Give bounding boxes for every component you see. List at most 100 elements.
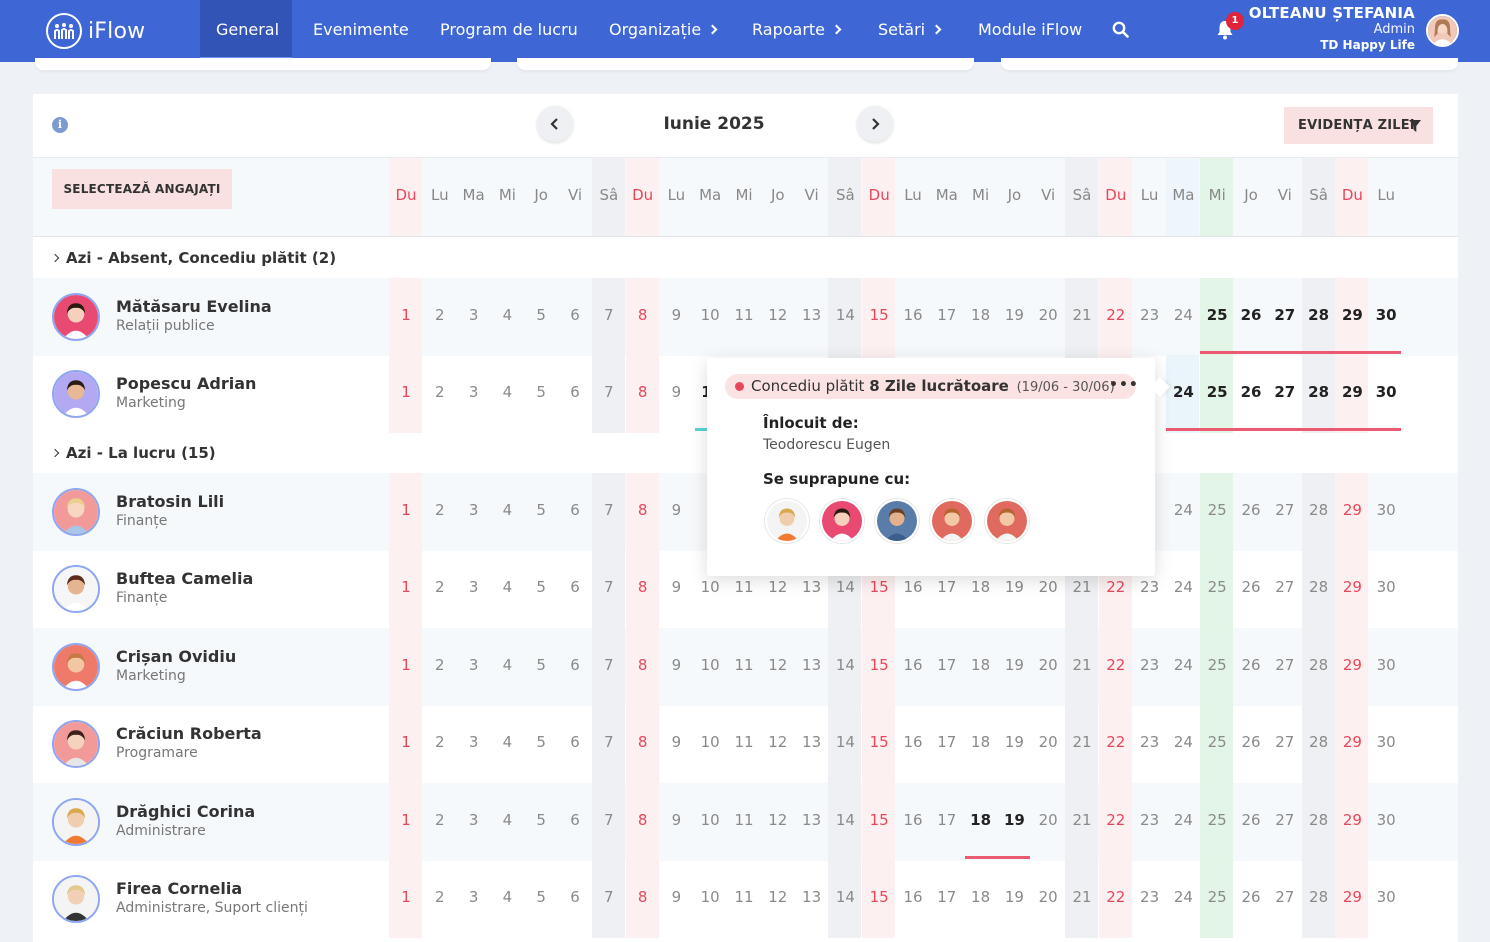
day-cell[interactable]: 29 (1335, 578, 1369, 596)
day-cell[interactable]: 22 (1099, 578, 1133, 596)
absence-bar[interactable] (1166, 428, 1401, 431)
day-cell[interactable]: 3 (457, 656, 491, 674)
day-cell[interactable]: 16 (896, 733, 930, 751)
employee-avatar[interactable] (52, 643, 100, 691)
evidenta-zilei-button[interactable]: EVIDENȚA ZILEI (1284, 107, 1433, 144)
day-cell[interactable]: 10 (693, 733, 727, 751)
employee-avatar[interactable] (52, 370, 100, 418)
day-cell[interactable]: 23 (1133, 306, 1167, 324)
user-avatar[interactable] (1426, 14, 1459, 47)
day-cell[interactable]: 11 (727, 578, 761, 596)
day-cell[interactable]: 22 (1099, 733, 1133, 751)
user-info[interactable]: OLTEANU ȘTEFANIA Admin TD Happy Life (1249, 4, 1415, 53)
day-cell[interactable]: 19 (997, 811, 1031, 829)
day-cell[interactable]: 18 (964, 733, 998, 751)
day-cell[interactable]: 27 (1268, 578, 1302, 596)
day-cell[interactable]: 14 (828, 811, 862, 829)
day-cell[interactable]: 23 (1133, 811, 1167, 829)
day-cell[interactable]: 27 (1268, 306, 1302, 324)
day-cell[interactable]: 13 (795, 656, 829, 674)
day-cell[interactable]: 11 (727, 733, 761, 751)
day-cell[interactable]: 4 (490, 578, 524, 596)
day-cell[interactable]: 9 (659, 656, 693, 674)
day-cell[interactable]: 23 (1133, 656, 1167, 674)
day-cell[interactable]: 8 (626, 306, 660, 324)
day-cell[interactable]: 12 (761, 306, 795, 324)
iflow-logo[interactable]: iFlow (46, 12, 145, 50)
employee-name[interactable]: Crișan Ovidiu (116, 647, 236, 666)
day-cell[interactable]: 27 (1268, 888, 1302, 906)
day-cell[interactable]: 1 (389, 501, 423, 519)
absence-bar[interactable] (965, 856, 1030, 859)
day-cell[interactable]: 20 (1031, 578, 1065, 596)
day-cell[interactable]: 19 (997, 656, 1031, 674)
employee-avatar[interactable] (52, 720, 100, 768)
day-cell[interactable]: 5 (524, 306, 558, 324)
day-cell[interactable]: 9 (659, 733, 693, 751)
day-cell[interactable]: 20 (1031, 811, 1065, 829)
day-cell[interactable]: 30 (1369, 888, 1403, 906)
day-cell[interactable]: 8 (626, 811, 660, 829)
employee-avatar[interactable] (52, 875, 100, 923)
day-cell[interactable]: 9 (659, 306, 693, 324)
day-cell[interactable]: 3 (457, 501, 491, 519)
day-cell[interactable]: 11 (727, 306, 761, 324)
day-cell[interactable]: 27 (1268, 383, 1302, 401)
day-cell[interactable]: 10 (693, 811, 727, 829)
day-cell[interactable]: 30 (1369, 733, 1403, 751)
more-options-button[interactable]: ••• (1109, 377, 1139, 393)
day-cell[interactable]: 27 (1268, 811, 1302, 829)
day-cell[interactable]: 21 (1065, 306, 1099, 324)
day-cell[interactable]: 4 (490, 306, 524, 324)
day-cell[interactable]: 4 (490, 656, 524, 674)
day-cell[interactable]: 26 (1234, 656, 1268, 674)
day-cell[interactable]: 7 (592, 383, 626, 401)
day-cell[interactable]: 10 (693, 578, 727, 596)
day-cell[interactable]: 25 (1200, 578, 1234, 596)
day-cell[interactable]: 24 (1166, 501, 1200, 519)
day-cell[interactable]: 16 (896, 578, 930, 596)
employee-name[interactable]: Drăghici Corina (116, 802, 255, 821)
day-cell[interactable]: 30 (1369, 656, 1403, 674)
day-cell[interactable]: 7 (592, 501, 626, 519)
employee-avatar[interactable] (52, 293, 100, 341)
nav-program-de-lucru[interactable]: Program de lucru (440, 0, 578, 62)
day-cell[interactable]: 22 (1099, 306, 1133, 324)
day-cell[interactable]: 2 (423, 811, 457, 829)
day-cell[interactable]: 21 (1065, 811, 1099, 829)
next-month-button[interactable] (857, 106, 893, 142)
day-cell[interactable]: 2 (423, 383, 457, 401)
day-cell[interactable]: 28 (1302, 811, 1336, 829)
day-cell[interactable]: 6 (558, 383, 592, 401)
day-cell[interactable]: 20 (1031, 888, 1065, 906)
day-cell[interactable]: 14 (828, 578, 862, 596)
day-cell[interactable]: 14 (828, 733, 862, 751)
group-absent[interactable]: Azi - Absent, Concediu plătit (2) (50, 249, 336, 267)
day-cell[interactable]: 20 (1031, 656, 1065, 674)
day-cell[interactable]: 8 (626, 578, 660, 596)
day-cell[interactable]: 15 (862, 578, 896, 596)
day-cell[interactable]: 12 (761, 811, 795, 829)
day-cell[interactable]: 4 (490, 383, 524, 401)
day-cell[interactable]: 15 (862, 306, 896, 324)
day-cell[interactable]: 5 (524, 888, 558, 906)
overlap-avatar[interactable] (875, 499, 919, 543)
day-cell[interactable]: 4 (490, 811, 524, 829)
employee-avatar[interactable] (52, 488, 100, 536)
day-cell[interactable]: 27 (1268, 733, 1302, 751)
day-cell[interactable]: 7 (592, 811, 626, 829)
day-cell[interactable]: 24 (1166, 888, 1200, 906)
employee-name[interactable]: Mătăsaru Evelina (116, 297, 272, 316)
day-cell[interactable]: 15 (862, 888, 896, 906)
day-cell[interactable]: 3 (457, 306, 491, 324)
day-cell[interactable]: 10 (693, 888, 727, 906)
day-cell[interactable]: 15 (862, 656, 896, 674)
day-cell[interactable]: 16 (896, 811, 930, 829)
overlap-avatar[interactable] (930, 499, 974, 543)
nav-module-iflow[interactable]: Module iFlow (978, 0, 1082, 62)
day-cell[interactable]: 17 (930, 733, 964, 751)
day-cell[interactable]: 12 (761, 888, 795, 906)
day-cell[interactable]: 2 (423, 578, 457, 596)
day-cell[interactable]: 2 (423, 656, 457, 674)
day-cell[interactable]: 24 (1166, 306, 1200, 324)
